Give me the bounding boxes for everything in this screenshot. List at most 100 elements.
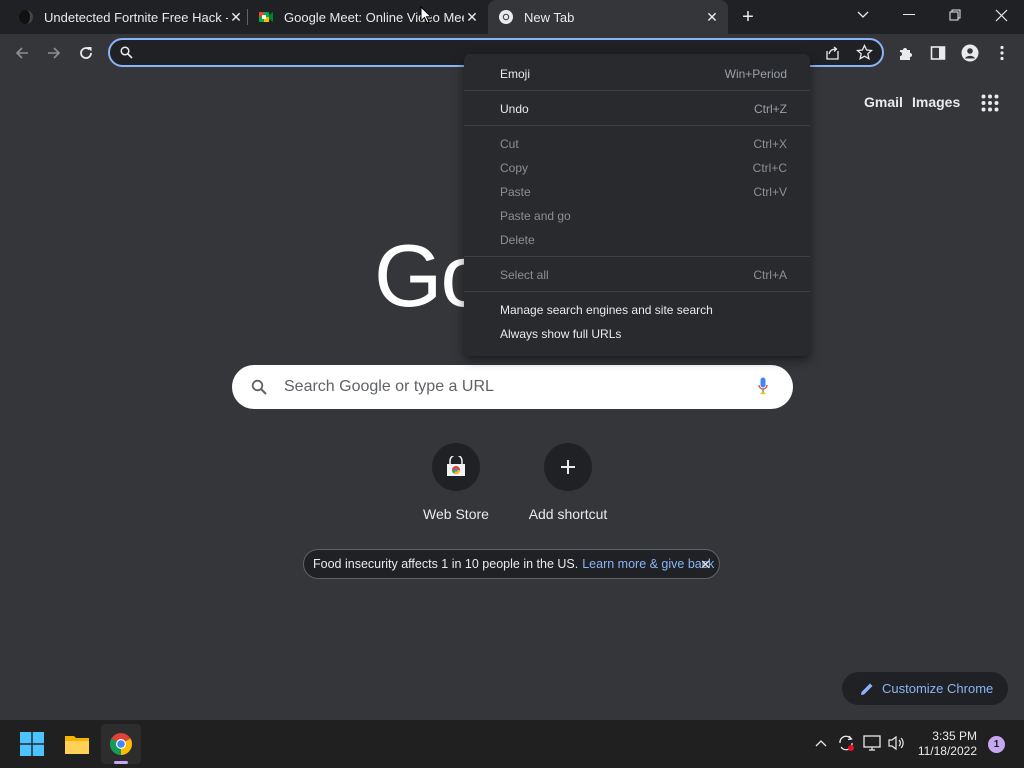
apps-grid-icon[interactable] xyxy=(981,94,999,112)
close-icon[interactable]: ✕ xyxy=(704,9,720,25)
gmail-link[interactable]: Gmail xyxy=(864,94,903,110)
clock-date: 11/18/2022 xyxy=(917,744,977,758)
add-shortcut-button[interactable]: Add shortcut xyxy=(508,443,628,522)
tab-separator xyxy=(247,9,248,25)
plus-icon xyxy=(561,460,575,474)
menu-item-label: Undo xyxy=(500,102,529,116)
chevron-up-icon xyxy=(815,740,827,747)
reload-icon xyxy=(80,47,92,59)
extensions-button[interactable] xyxy=(893,40,919,66)
windows-icon xyxy=(20,732,44,756)
reload-button[interactable] xyxy=(73,40,99,66)
ntp-search-box[interactable]: Search Google or type a URL xyxy=(232,365,793,409)
menu-separator xyxy=(464,256,810,257)
microphone-icon[interactable] xyxy=(758,377,768,396)
network-icon xyxy=(863,735,881,751)
promo-link[interactable]: Learn more & give back xyxy=(582,557,714,571)
menu-item-paste[interactable]: Paste Ctrl+V xyxy=(464,180,810,204)
new-tab-button[interactable]: + xyxy=(736,5,760,29)
close-icon xyxy=(995,9,1007,21)
volume-button[interactable] xyxy=(886,732,908,754)
close-icon[interactable]: ✕ xyxy=(464,9,480,25)
profile-button[interactable] xyxy=(957,40,983,66)
menu-item-paste-and-go[interactable]: Paste and go xyxy=(464,204,810,228)
puzzle-icon xyxy=(900,48,912,60)
tab-new-tab[interactable]: New Tab ✕ xyxy=(488,0,728,34)
taskbar: 3:35 PM 11/18/2022 xyxy=(0,720,1024,768)
menu-item-label: Emoji xyxy=(500,67,531,81)
tab-title: Undetected Fortnite Free Hack - xyxy=(44,9,228,25)
menu-item-label: Paste xyxy=(500,185,531,199)
menu-separator xyxy=(464,291,810,292)
menu-item-label: Manage search engines and site search xyxy=(500,303,713,317)
menu-item-cut[interactable]: Cut Ctrl+X xyxy=(464,132,810,156)
menu-item-undo[interactable]: Undo Ctrl+Z xyxy=(464,97,810,121)
menu-item-label: Cut xyxy=(500,137,519,151)
menu-item-always-show-full-urls[interactable]: Always show full URLs xyxy=(464,322,810,346)
forward-button[interactable] xyxy=(41,40,67,66)
more-vert-icon xyxy=(1000,45,1004,61)
customize-chrome-button[interactable]: Customize Chrome xyxy=(842,672,1008,705)
chrome-icon xyxy=(110,733,132,755)
search-icon xyxy=(120,46,133,59)
profile-icon xyxy=(961,44,979,62)
mouse-cursor-icon xyxy=(420,6,432,24)
menu-item-select-all[interactable]: Select all Ctrl+A xyxy=(464,263,810,287)
promo-banner: Food insecurity affects 1 in 10 people i… xyxy=(303,549,720,579)
chrome-taskbar-button[interactable] xyxy=(101,724,141,764)
arrow-left-icon xyxy=(15,47,28,59)
side-panel-button[interactable] xyxy=(925,40,951,66)
menu-item-delete[interactable]: Delete xyxy=(464,228,810,252)
sync-status-button[interactable] xyxy=(835,732,857,754)
close-icon[interactable]: ✕ xyxy=(700,557,711,573)
tab-google-meet[interactable]: Google Meet: Online Video Meet ✕ xyxy=(258,0,480,34)
minimize-button[interactable] xyxy=(886,0,932,30)
menu-item-emoji[interactable]: Emoji Win+Period xyxy=(464,62,810,86)
menu-item-copy[interactable]: Copy Ctrl+C xyxy=(464,156,810,180)
menu-separator xyxy=(464,90,810,91)
menu-item-shortcut: Ctrl+V xyxy=(753,185,787,199)
minimize-icon xyxy=(903,14,915,15)
screen: Undetected Fortnite Free Hack - ✕ Google… xyxy=(0,0,1024,768)
dark-circle-icon xyxy=(19,10,33,24)
web-store-icon xyxy=(447,456,465,476)
menu-item-label: Copy xyxy=(500,161,529,175)
menu-item-shortcut: Win+Period xyxy=(724,67,787,81)
close-window-button[interactable] xyxy=(978,0,1024,30)
start-button[interactable] xyxy=(12,724,52,764)
search-icon xyxy=(251,379,267,395)
notification-badge[interactable]: 1 xyxy=(988,736,1005,753)
tab-fortnite[interactable]: Undetected Fortnite Free Hack - ✕ xyxy=(18,0,244,34)
search-placeholder: Search Google or type a URL xyxy=(284,378,494,395)
shortcut-web-store[interactable]: Web Store xyxy=(396,443,516,522)
chrome-icon xyxy=(499,10,513,24)
file-explorer-button[interactable] xyxy=(57,724,97,764)
menu-item-manage-search-engines[interactable]: Manage search engines and site search xyxy=(464,298,810,322)
show-hidden-icons-button[interactable] xyxy=(810,732,832,754)
menu-item-shortcut: Ctrl+A xyxy=(753,268,787,282)
menu-item-label: Always show full URLs xyxy=(500,327,622,341)
tab-title: Google Meet: Online Video Meet xyxy=(284,9,464,25)
clock[interactable]: 3:35 PM 11/18/2022 xyxy=(918,729,977,759)
menu-item-shortcut: Ctrl+X xyxy=(753,137,787,151)
close-icon[interactable]: ✕ xyxy=(228,9,244,25)
bookmark-star-icon[interactable] xyxy=(856,44,873,61)
share-icon[interactable] xyxy=(824,44,841,61)
promo-text: Food insecurity affects 1 in 10 people i… xyxy=(313,557,579,571)
network-button[interactable] xyxy=(861,732,883,754)
chevron-down-icon xyxy=(857,11,869,18)
menu-separator xyxy=(464,125,810,126)
sync-icon xyxy=(839,735,854,751)
menu-button[interactable] xyxy=(989,40,1015,66)
images-link[interactable]: Images xyxy=(912,94,960,110)
arrow-right-icon xyxy=(48,47,61,59)
restore-button[interactable] xyxy=(932,0,978,30)
menu-item-shortcut: Ctrl+C xyxy=(752,161,787,175)
pencil-icon xyxy=(861,683,873,695)
back-button[interactable] xyxy=(9,40,35,66)
shortcut-label: Web Store xyxy=(423,506,489,522)
customize-label: Customize Chrome xyxy=(882,681,994,696)
tab-search-button[interactable] xyxy=(840,0,886,30)
google-meet-icon xyxy=(259,12,273,22)
shortcut-tile xyxy=(544,443,592,491)
